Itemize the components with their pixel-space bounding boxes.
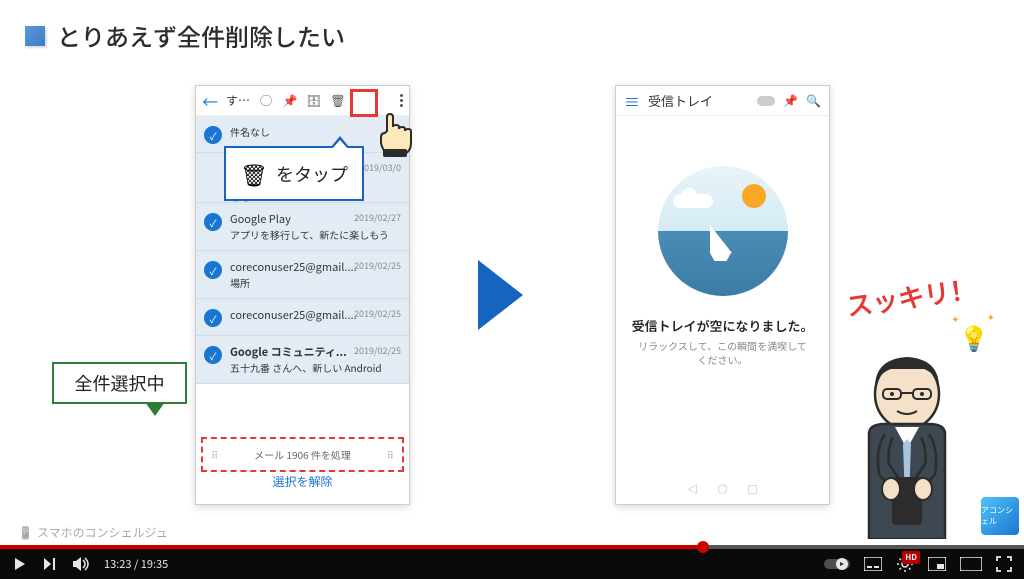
list-item[interactable]: ✓ coreconuser25@gmail.... 場所 2019/02/25 xyxy=(196,251,409,299)
grip-icon: ⠿ xyxy=(211,447,218,462)
video-content: とりあえず全件削除したい ← す… ◯ 📌 🗄 🗑 ✓ 件名なし ✓ xyxy=(0,0,1024,545)
next-button[interactable] xyxy=(42,556,58,572)
sun-icon xyxy=(742,184,766,208)
circle-icon[interactable]: ◯ xyxy=(258,93,274,109)
logo-badge: アコンシェル xyxy=(981,497,1019,535)
miniplayer-button[interactable] xyxy=(928,557,946,571)
phone-mock-left: ← す… ◯ 📌 🗄 🗑 ✓ 件名なし ✓ こそ 2019/03 xyxy=(195,85,410,505)
captions-button[interactable] xyxy=(864,557,882,571)
list-item[interactable]: ✓ coreconuser25@gmail.... 2019/02/25 xyxy=(196,299,409,336)
volume-button[interactable] xyxy=(72,556,90,572)
archive-icon[interactable]: 🗄 xyxy=(306,93,322,109)
home-nav-icon[interactable]: ○ xyxy=(718,481,728,496)
selection-count: す… xyxy=(226,92,250,109)
phone-toolbar: ≡ 受信トレイ 📌 🔍 xyxy=(616,86,829,116)
pin-icon[interactable]: 📌 xyxy=(282,93,298,109)
overflow-menu-icon[interactable] xyxy=(400,94,403,107)
pointer-hand-icon xyxy=(374,111,416,159)
deselect-button[interactable]: 選択を解除 xyxy=(196,465,409,498)
check-icon: ✓ xyxy=(204,213,222,231)
title-bullet-icon xyxy=(25,26,45,46)
phone-mock-right: ≡ 受信トレイ 📌 🔍 受信トレイが空になりました。 リラックスして、この瞬間を… xyxy=(615,85,830,505)
quality-badge: HD xyxy=(902,551,920,564)
empty-inbox-illustration xyxy=(658,166,788,296)
trash-icon: 🗑 xyxy=(240,158,268,190)
grip-icon: ⠿ xyxy=(387,447,394,462)
tap-callout: 🗑 をタップ xyxy=(224,146,364,201)
player-controls: 13:23 / 19:35 HD xyxy=(0,549,1024,579)
cloud-icon xyxy=(673,194,713,208)
autoplay-toggle[interactable] xyxy=(824,557,850,571)
arrow-right-icon xyxy=(478,260,523,330)
fullscreen-button[interactable] xyxy=(996,556,1012,572)
inbox-title: 受信トレイ xyxy=(648,91,749,110)
search-icon[interactable]: 🔍 xyxy=(806,92,821,109)
list-item[interactable]: ✓ Google Play アプリを移行して、新たに楽しもう 2019/02/2… xyxy=(196,203,409,251)
channel-watermark: 📱スマホのコンシェルジュ xyxy=(18,524,168,541)
check-icon: ✓ xyxy=(204,261,222,279)
empty-state-subtitle: リラックスして、この瞬間を満喫してください。 xyxy=(616,335,829,371)
boat-icon xyxy=(710,225,736,261)
play-button[interactable] xyxy=(12,556,28,572)
list-item[interactable]: ✓ Google コミュニティ... 五十九番 さんへ、新しい Android … xyxy=(196,336,409,384)
check-icon: ✓ xyxy=(204,346,222,364)
settings-button[interactable]: HD xyxy=(896,555,914,573)
page-title: とりあえず全件削除したい xyxy=(57,18,345,53)
progress-scrubber[interactable] xyxy=(697,541,709,553)
trash-icon[interactable]: 🗑 xyxy=(330,93,346,109)
lightbulb-icon: 💡 ✦ ✦ xyxy=(959,319,989,354)
back-nav-icon[interactable]: ◁ xyxy=(688,481,698,496)
check-icon: ✓ xyxy=(204,309,222,327)
nav-dots: ◁ ○ □ xyxy=(688,481,758,496)
toggle-icon[interactable] xyxy=(757,96,775,106)
video-progress-bar[interactable] xyxy=(0,545,1024,549)
hamburger-menu-icon[interactable]: ≡ xyxy=(624,89,640,113)
pin-icon[interactable]: 📌 xyxy=(783,92,798,109)
back-arrow-icon[interactable]: ← xyxy=(202,89,218,113)
time-display: 13:23 / 19:35 xyxy=(104,556,168,572)
empty-state-title: 受信トレイが空になりました。 xyxy=(616,316,829,335)
slide-title-row: とりあえず全件削除したい xyxy=(25,18,345,53)
businessman-illustration: 💡 ✦ ✦ xyxy=(829,339,984,539)
theater-button[interactable] xyxy=(960,557,982,571)
all-selected-callout: 全件選択中 xyxy=(52,362,187,404)
progress-fill xyxy=(0,545,703,549)
check-icon: ✓ xyxy=(204,126,222,144)
recent-nav-icon[interactable]: □ xyxy=(748,481,758,496)
